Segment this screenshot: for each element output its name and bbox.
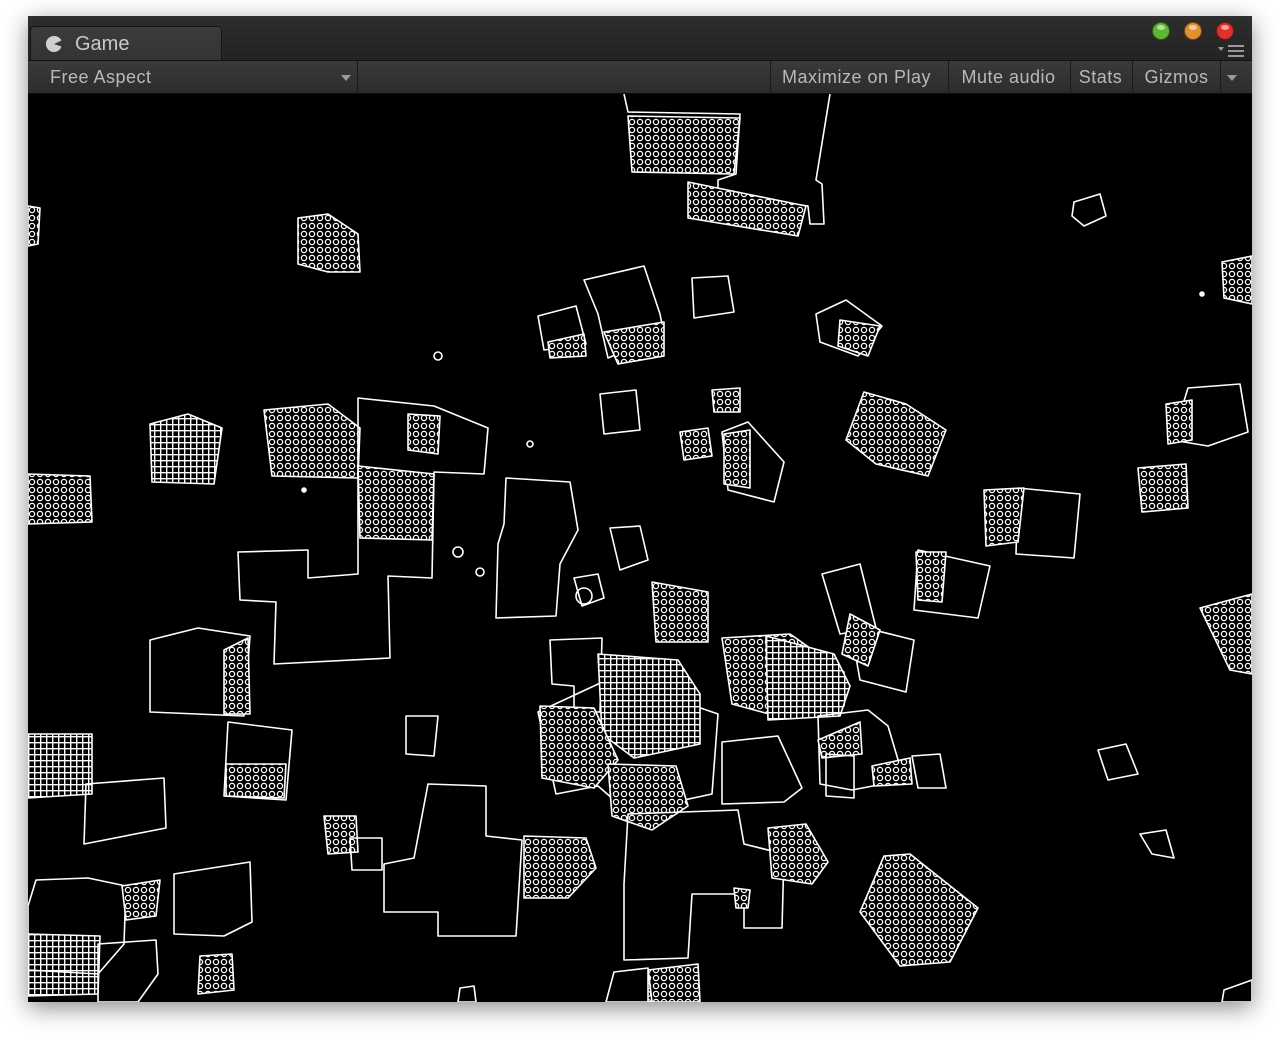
aspect-dropdown-value: Free Aspect xyxy=(50,67,152,87)
maximize-on-play-label: Maximize on Play xyxy=(781,67,932,87)
mute-audio-label: Mute audio xyxy=(961,67,1056,87)
pacman-icon xyxy=(45,35,62,52)
minimize-button[interactable] xyxy=(1184,22,1202,40)
game-viewport[interactable] xyxy=(28,94,1252,1002)
panel-menu-icon[interactable] xyxy=(1218,44,1244,58)
close-button[interactable] xyxy=(1216,22,1234,40)
tab-game[interactable]: Game xyxy=(30,26,222,60)
game-scene xyxy=(28,94,1252,1002)
aspect-dropdown[interactable]: Free Aspect xyxy=(38,61,358,94)
game-window: Game Free Aspect Maximize on Play Mute a… xyxy=(28,16,1252,1002)
gizmos-dropdown-arrow[interactable] xyxy=(1220,61,1242,94)
tab-strip: Game xyxy=(28,16,1252,60)
stats-label: Stats xyxy=(1078,67,1123,87)
mute-audio-button[interactable]: Mute audio xyxy=(948,61,1068,94)
tab-game-label: Game xyxy=(75,33,130,55)
maximize-on-play-button[interactable]: Maximize on Play xyxy=(770,61,942,94)
chevron-down-icon xyxy=(341,75,351,81)
stats-button[interactable]: Stats xyxy=(1070,61,1130,94)
gizmos-label: Gizmos xyxy=(1144,67,1209,87)
game-toolbar: Free Aspect Maximize on Play Mute audio … xyxy=(28,60,1252,94)
gizmos-button[interactable]: Gizmos xyxy=(1132,61,1220,94)
window-controls xyxy=(1152,22,1242,44)
zoom-button[interactable] xyxy=(1152,22,1170,40)
